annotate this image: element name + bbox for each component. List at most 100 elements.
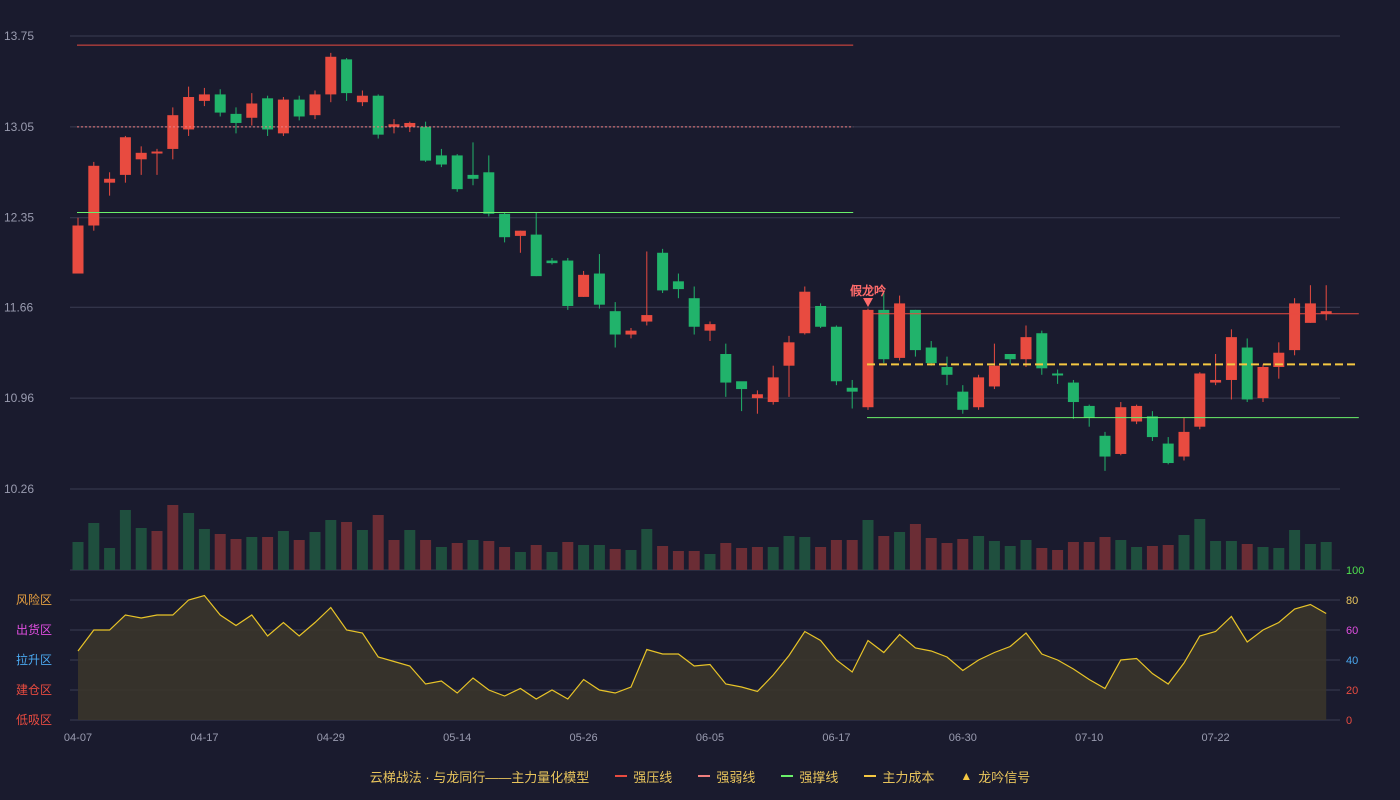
volume-bar [1320,542,1332,570]
candle-body [230,113,242,123]
candle-body [578,274,590,297]
candlestick-chart: 13.75 13.05 12.35 11.66 10.96 10.26 100 80 60 40 2… [4,29,1364,744]
legend-title: 云梯战法 · 与龙同行——主力量化模型 [369,769,590,785]
candle-body [894,303,906,358]
candle-body [325,56,337,95]
x-tick-label: 06-05 [696,732,724,744]
indicator-area [78,595,1327,720]
volume-bar [341,522,353,570]
candle-body [1115,407,1127,454]
signal-arrow-icon [863,298,873,307]
volume-bar [862,520,874,570]
indicator-tick-label: 100 [1346,565,1364,577]
volume-bar [151,531,163,570]
legend: 云梯战法 · 与龙同行——主力量化模型 强压线 强弱线 强撑线 主力成本 ▲ 龙… [0,765,1400,787]
indicator-tick-label: 0 [1346,715,1352,727]
candle-body [451,155,463,190]
candle-body [1020,337,1032,360]
volume-bar [404,530,416,570]
volume-bar [1115,540,1127,570]
candle-body [1194,373,1206,427]
candle-body [609,311,621,335]
volume-bar [198,529,210,570]
indicator-tick-label: 20 [1346,685,1358,697]
volume-bar [1304,544,1316,570]
candle-body [957,391,969,410]
zone-label: 低吸区 [16,713,52,727]
legend-item-strength-line: 强弱线 [698,767,755,786]
volume-bar [1052,550,1064,570]
volume-bar [941,543,953,570]
candle-body [167,115,179,149]
candle-body [1304,303,1316,323]
legend-label: 强压线 [633,769,673,785]
x-tick-label: 04-07 [64,732,92,744]
candle-body [356,95,368,103]
candle-body [246,103,258,118]
volume-bar [135,528,147,570]
candle-body [404,122,416,127]
candle-body [151,151,163,154]
volume-bar [1178,535,1190,570]
candle-body [736,381,748,390]
candle-body [467,174,479,179]
volume-bar [420,540,432,570]
candle-body [309,94,321,116]
candle-body [720,354,732,383]
x-tick-label: 05-14 [443,732,471,744]
candle-body [846,387,858,392]
x-tick-label: 05-26 [570,732,598,744]
volume-bar [356,530,368,570]
legend-item-strong-support: 强撑线 [781,767,838,786]
signal-annotation: 假龙吟 [850,283,886,307]
triangle-icon: ▲ [960,769,973,783]
indicator-tick-label: 60 [1346,625,1358,637]
candle-body [530,234,542,277]
volume-bar [1289,530,1301,570]
volume-bar [514,552,526,570]
volume-bar [325,520,337,570]
price-tick-label: 13.75 [4,29,34,43]
candle-body [830,326,842,382]
volume-bar [388,540,400,570]
price-tick-label: 12.35 [4,211,34,225]
candle-body [704,324,716,331]
volume-bar [214,534,226,570]
volume-bar [909,524,921,570]
candle-body [341,59,353,94]
candle-body [973,377,985,408]
candle-body [483,172,495,214]
dashed-line-icon [864,775,877,777]
volume-bar [277,531,289,570]
volume-bar [988,541,1000,570]
volume-bar [262,537,274,570]
volume-bar [1036,548,1048,570]
volume-bar [894,532,906,570]
price-tick-label: 10.26 [4,482,34,496]
x-tick-label: 07-22 [1202,732,1230,744]
volume-bars [72,505,1332,570]
volume-bar [530,545,542,570]
volume-bar [104,548,116,570]
legend-item-main-cost: 主力成本 [864,767,934,786]
zone-label: 出货区 [16,622,52,637]
candle-body [1289,303,1301,351]
candle-body [1225,337,1237,380]
candle-body [862,309,874,408]
candle-body [198,94,210,101]
candle-body [941,366,953,375]
solid-line-icon [781,775,794,777]
volume-bar [72,542,84,570]
volume-bar [957,539,969,570]
volume-bar [878,536,890,570]
volume-bar [625,550,637,570]
candle-body [641,315,653,322]
volume-bar [751,547,763,570]
candle-body [657,252,669,291]
candle-body [1036,333,1048,369]
candle-body [104,178,116,183]
volume-bar [119,510,131,570]
volume-bar [483,541,495,570]
candle-body [293,99,305,117]
candles [72,52,1332,471]
